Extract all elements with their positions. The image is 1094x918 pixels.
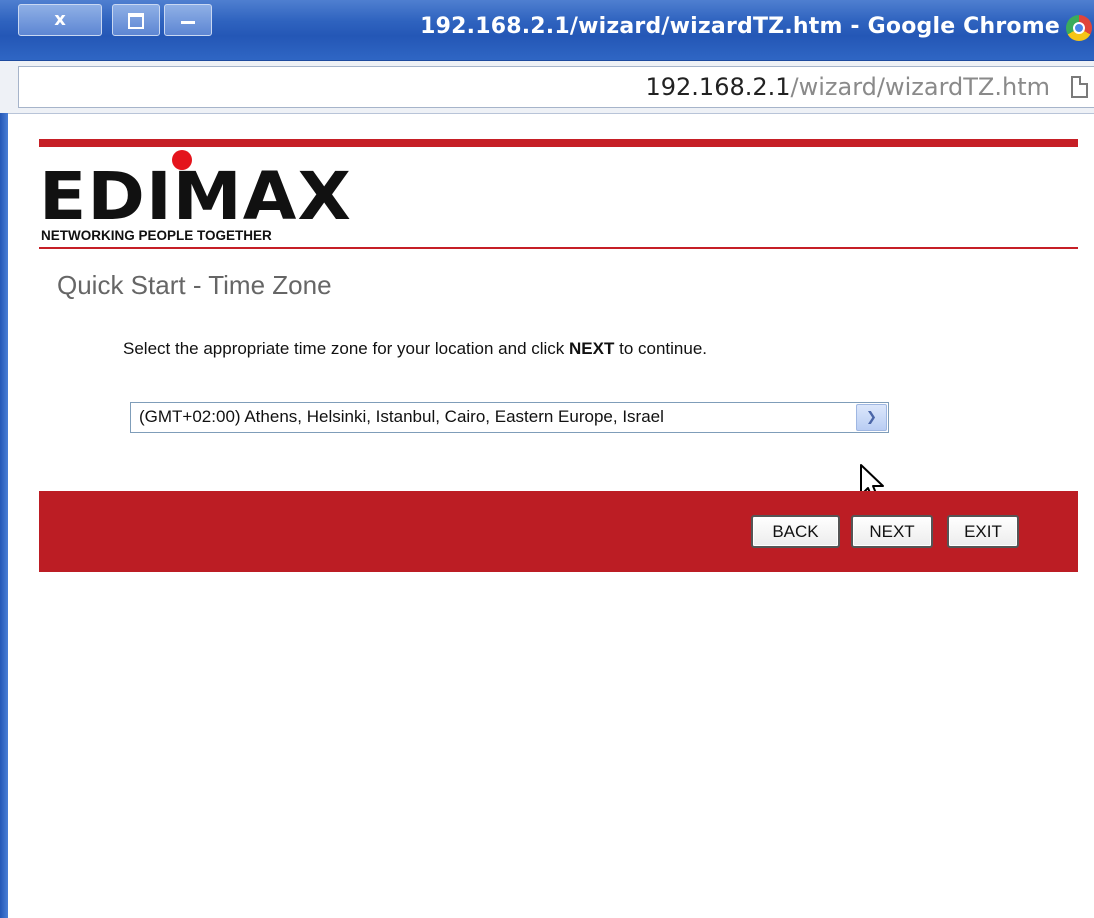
instruction-text: Select the appropriate time zone for you… [123, 339, 707, 359]
maximize-icon [128, 13, 144, 29]
chrome-icon [1066, 15, 1092, 41]
back-button[interactable]: BACK [751, 515, 840, 548]
instruction-next-keyword: NEXT [569, 339, 615, 358]
close-window-button[interactable]: x [18, 4, 102, 36]
minimize-icon [181, 21, 195, 24]
edimax-logo: EDIMAX NETWORKING PEOPLE TOGETHER [39, 150, 399, 246]
address-url: 192.168.2.1/wizard/wizardTZ.htm [645, 73, 1050, 101]
logo-wordmark: EDIMAX [39, 158, 352, 235]
page-icon [1071, 76, 1088, 98]
maximize-window-button[interactable] [112, 4, 160, 36]
exit-button[interactable]: EXIT [947, 515, 1019, 548]
timezone-select[interactable]: (GMT+02:00) Athens, Helsinki, Istanbul, … [130, 402, 889, 433]
address-bar: 192.168.2.1/wizard/wizardTZ.htm [0, 61, 1094, 114]
header-rule-top [39, 139, 1078, 147]
instruction-after: to continue. [614, 339, 707, 358]
address-host: 192.168.2.1 [645, 73, 791, 101]
header-rule-bottom [39, 247, 1078, 249]
logo-tagline: NETWORKING PEOPLE TOGETHER [41, 228, 272, 243]
page-title: Quick Start - Time Zone [57, 270, 332, 300]
window-titlebar: x 192.168.2.1/wizard/wizardTZ.htm - Goog… [0, 0, 1094, 61]
next-button[interactable]: NEXT [851, 515, 933, 548]
timezone-selected-value: (GMT+02:00) Athens, Helsinki, Istanbul, … [139, 407, 664, 426]
minimize-window-button[interactable] [164, 4, 212, 36]
window-frame-left [0, 113, 8, 918]
close-icon: x [54, 9, 66, 30]
address-path: /wizard/wizardTZ.htm [790, 73, 1050, 101]
instruction-before: Select the appropriate time zone for you… [123, 339, 570, 358]
window-title: 192.168.2.1/wizard/wizardTZ.htm - Google… [420, 14, 1060, 39]
chevron-down-icon[interactable]: ❯ [856, 404, 887, 431]
address-field[interactable]: 192.168.2.1/wizard/wizardTZ.htm [18, 66, 1094, 108]
